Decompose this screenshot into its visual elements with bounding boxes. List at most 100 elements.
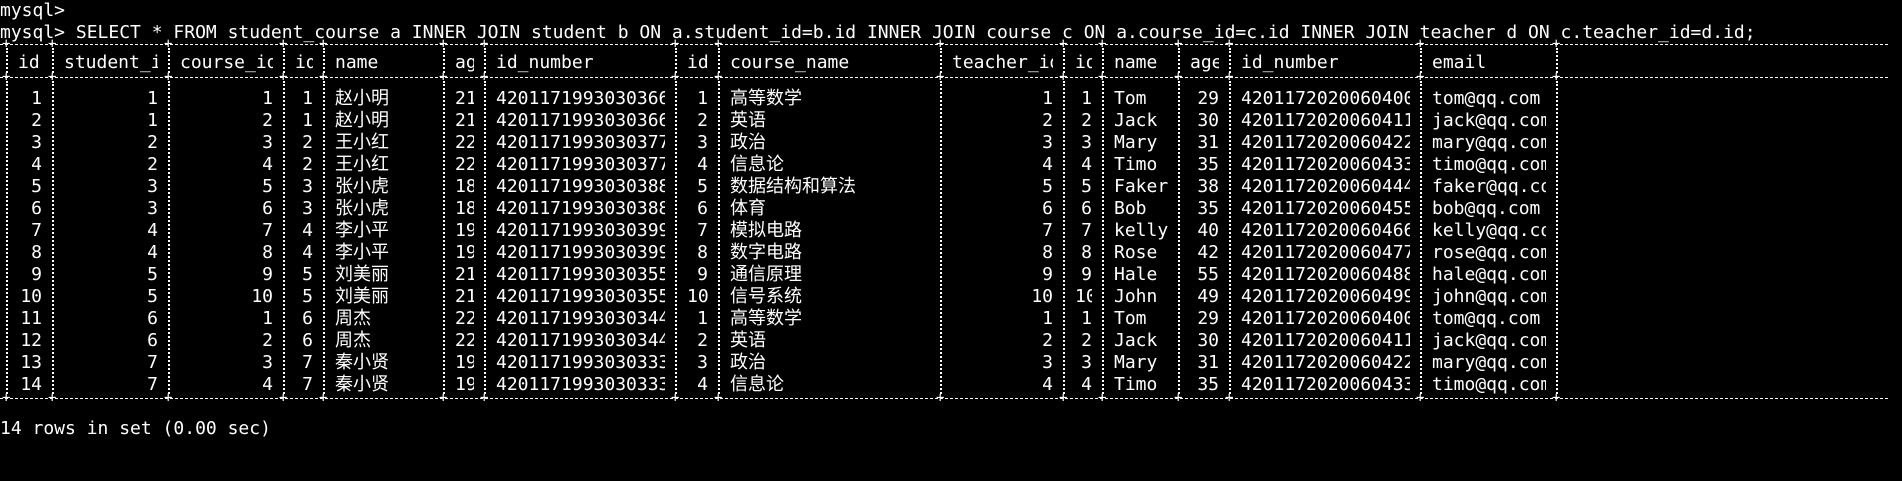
- table-cell: 420117202006043333: [1241, 374, 1410, 395]
- table-cell: Timo: [1114, 154, 1158, 175]
- prompt-line: mysql>: [0, 0, 66, 21]
- table-cell: 1: [147, 88, 158, 109]
- table-cell: Mary: [1114, 352, 1158, 373]
- table-cell: 18: [455, 198, 474, 219]
- column-header-id-number: id_number: [1241, 52, 1339, 73]
- table-cell: 1: [1081, 88, 1092, 109]
- table-cell: timo@qq.com: [1432, 154, 1546, 175]
- table-cell: Hale: [1114, 264, 1158, 285]
- table-cell: 2: [262, 110, 273, 131]
- table-cell: 5: [302, 286, 313, 307]
- table-cell: 1: [262, 88, 273, 109]
- table-cell: 420117202006042222: [1241, 132, 1410, 153]
- table-cell: 刘美丽: [335, 286, 389, 307]
- table-cell: 49: [1197, 286, 1219, 307]
- table-cell: 9: [31, 264, 42, 285]
- table-cell: 19: [455, 242, 474, 263]
- table-cell: 35: [1197, 374, 1219, 395]
- table-cell: 6: [31, 198, 42, 219]
- table-cell: 5: [302, 264, 313, 285]
- table-cell: 信号系统: [730, 286, 802, 307]
- table-cell: 张小虎: [335, 176, 389, 197]
- table-cell: 18: [455, 176, 474, 197]
- table-cell: mary@qq.com: [1432, 132, 1546, 153]
- table-cell: 4: [1042, 374, 1053, 395]
- table-cell: 4: [1081, 374, 1092, 395]
- table-cell: 4: [262, 154, 273, 175]
- table-cell: 1: [1081, 308, 1092, 329]
- table-cell: 8: [697, 242, 708, 263]
- table-cell: 7: [1042, 220, 1053, 241]
- table-cell: 2: [1081, 330, 1092, 351]
- table-cell: 21: [455, 110, 474, 131]
- table-cell: 赵小明: [335, 88, 389, 109]
- table-cell: 3: [697, 352, 708, 373]
- table-cell: 420117202006046666: [1241, 220, 1410, 241]
- column-header-id: id: [1075, 52, 1092, 73]
- table-cell: 420117202006043333: [1241, 154, 1410, 175]
- table-cell: 2: [302, 154, 313, 175]
- table-cell: 7: [147, 352, 158, 373]
- table-cell: 7: [1081, 220, 1092, 241]
- table-cell: 8: [262, 242, 273, 263]
- table-cell: 10: [1031, 286, 1053, 307]
- table-cell: 2: [1042, 110, 1053, 131]
- table-cell: 5: [697, 176, 708, 197]
- table-cell: 政治: [730, 352, 766, 373]
- table-cell: 31: [1197, 132, 1219, 153]
- table-cell: 4: [1042, 154, 1053, 175]
- table-cell: 7: [302, 374, 313, 395]
- table-cell: 高等数学: [730, 88, 802, 109]
- table-cell: 7: [31, 220, 42, 241]
- column-header-course-id: course_id: [180, 52, 273, 73]
- table-cell: 3: [1081, 352, 1092, 373]
- table-cell: 王小红: [335, 132, 389, 153]
- table-cell: Rose: [1114, 242, 1158, 263]
- table-cell: 35: [1197, 154, 1219, 175]
- column-header-name: name: [335, 52, 379, 73]
- table-cell: 420117202006042222: [1241, 352, 1410, 373]
- column-header-email: email: [1432, 52, 1487, 73]
- table-cell: 29: [1197, 308, 1219, 329]
- table-cell: 420117202006047777: [1241, 242, 1410, 263]
- table-cell: Timo: [1114, 374, 1158, 395]
- table-cell: 30: [1197, 330, 1219, 351]
- table-cell: 2: [147, 132, 158, 153]
- column-separator: [1556, 48, 1558, 73]
- table-cell: 38: [1197, 176, 1219, 197]
- table-cell: john@qq.com: [1432, 286, 1546, 307]
- table-cell: 5: [1042, 176, 1053, 197]
- table-cell: 7: [147, 374, 158, 395]
- table-cell: 420117202006040000: [1241, 88, 1410, 109]
- table-cell: 55: [1197, 264, 1219, 285]
- table-cell: 8: [1042, 242, 1053, 263]
- table-cell: 35: [1197, 198, 1219, 219]
- table-cell: 420117199303035555: [496, 286, 665, 307]
- column-separator: [1420, 48, 1422, 73]
- terminal-window[interactable]: mysql> mysql> SELECT * FROM student_cour…: [0, 0, 1902, 481]
- table-cell: 1: [302, 110, 313, 131]
- table-cell: 信息论: [730, 154, 784, 175]
- table-cell: 5: [147, 286, 158, 307]
- table-cell: 11: [20, 308, 42, 329]
- table-cell: 31: [1197, 352, 1219, 373]
- table-cell: 420117199303038888: [496, 176, 665, 197]
- table-cell: 420117199303039999: [496, 242, 665, 263]
- table-cell: 4: [147, 220, 158, 241]
- table-cell: 420117199303034444: [496, 308, 665, 329]
- table-cell: 数字电路: [730, 242, 802, 263]
- table-cell: 6: [302, 308, 313, 329]
- table-cell: 3: [262, 352, 273, 373]
- table-cell: 4: [31, 154, 42, 175]
- table-cell: 420117199303033333: [496, 352, 665, 373]
- table-cell: 22: [455, 132, 474, 153]
- table-cell: 4: [302, 242, 313, 263]
- table-cell: 周杰: [335, 308, 371, 329]
- table-cell: 6: [262, 198, 273, 219]
- table-cell: 8: [31, 242, 42, 263]
- table-cell: 6: [1081, 198, 1092, 219]
- table-cell: 420117202006049999: [1241, 286, 1410, 307]
- column-separator: [323, 48, 325, 73]
- table-cell: 22: [455, 330, 474, 351]
- table-cell: 40: [1197, 220, 1219, 241]
